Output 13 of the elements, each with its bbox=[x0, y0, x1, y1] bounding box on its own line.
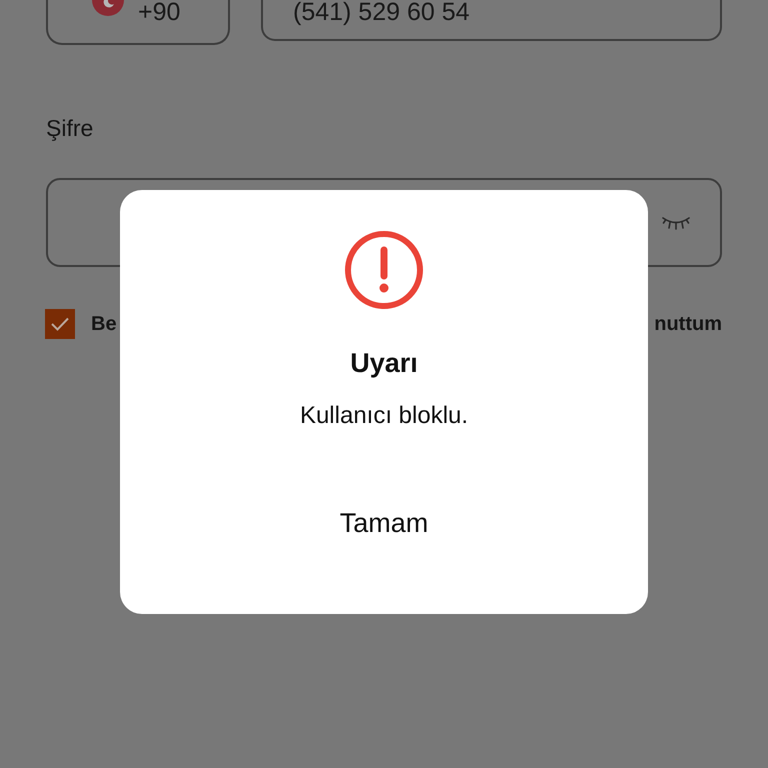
remember-label: Be bbox=[91, 312, 117, 336]
country-code-field[interactable]: +90 bbox=[46, 0, 230, 45]
password-label: Şifre bbox=[46, 114, 94, 143]
dialog-title: Uyarı bbox=[350, 347, 418, 380]
check-icon bbox=[50, 316, 70, 332]
forgot-password-link[interactable]: nuttum bbox=[654, 312, 722, 336]
dialog-message: Kullanıcı bloklu. bbox=[300, 401, 468, 431]
phone-field[interactable]: (541) 529 60 54 bbox=[261, 0, 722, 41]
remember-checkbox[interactable] bbox=[45, 309, 75, 339]
flag-icon bbox=[92, 0, 124, 16]
warning-icon bbox=[344, 230, 424, 310]
ok-button[interactable]: Tamam bbox=[324, 502, 444, 545]
eye-closed-icon[interactable] bbox=[662, 216, 690, 230]
